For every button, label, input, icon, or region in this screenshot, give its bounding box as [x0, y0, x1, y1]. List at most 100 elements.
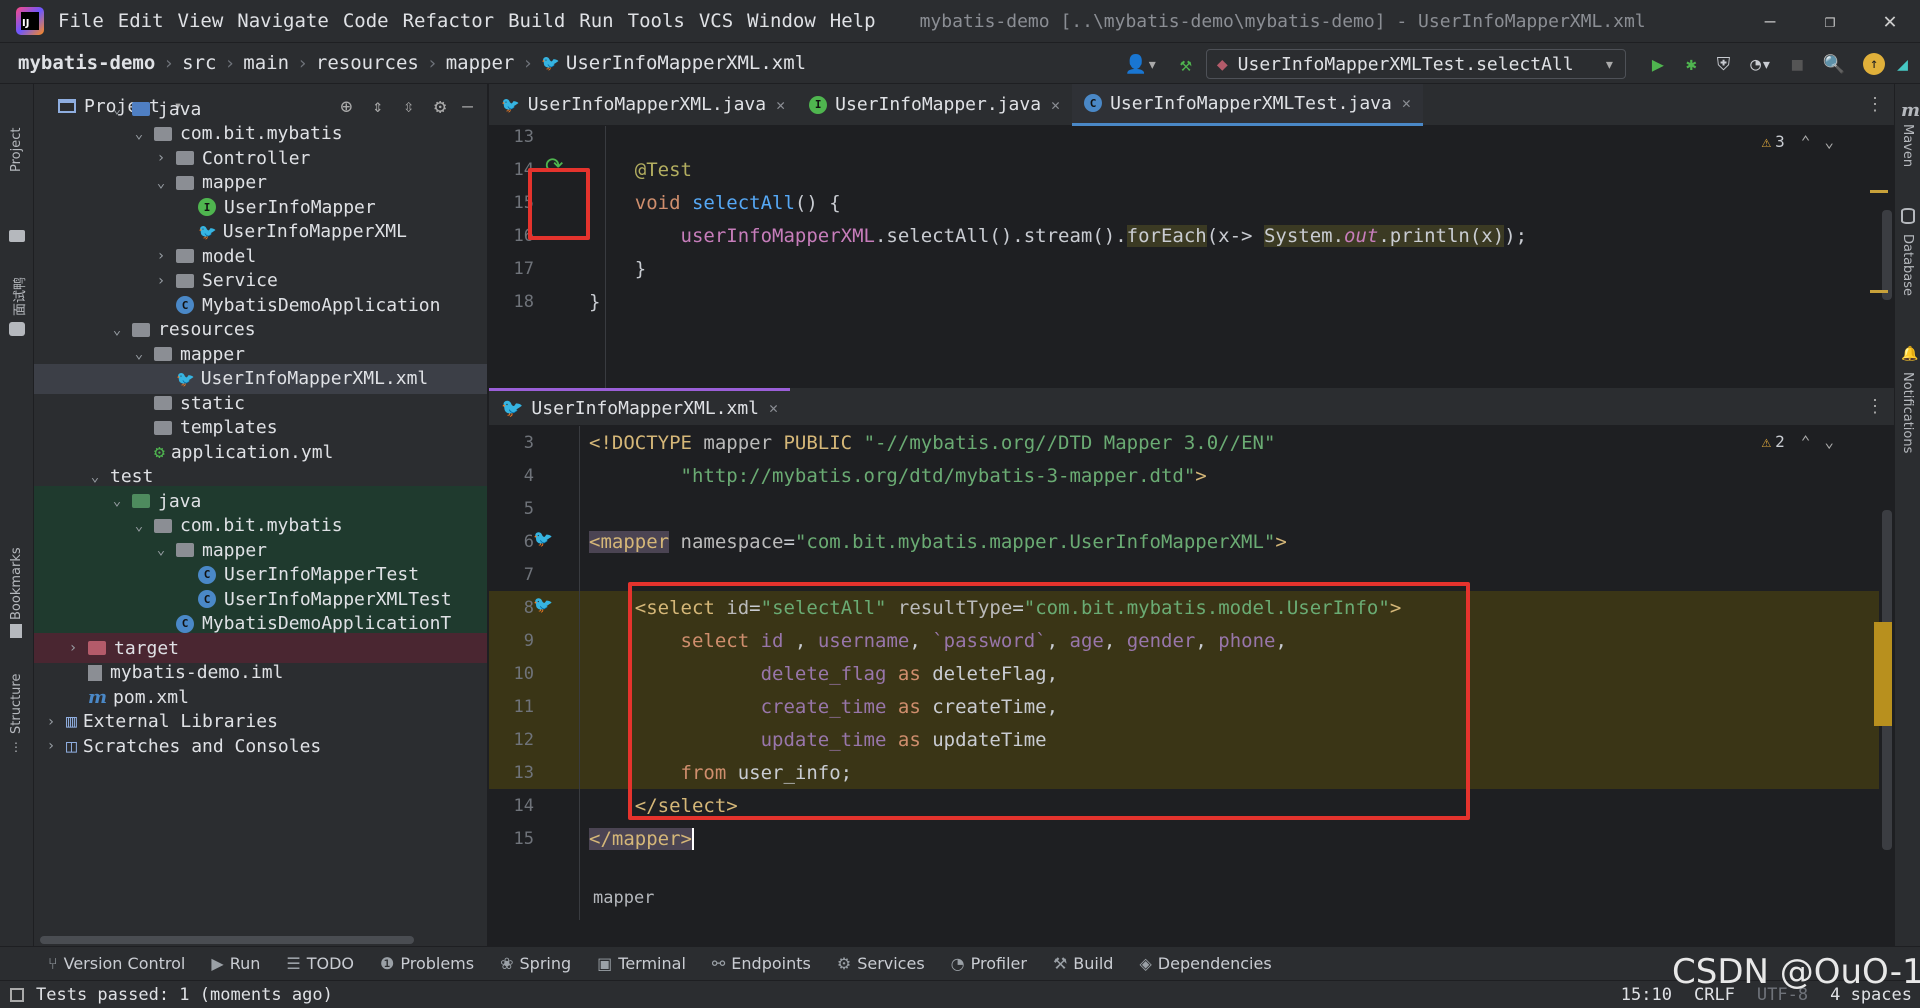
tree-item[interactable]: › ◫ Scratches and Consoles — [34, 731, 487, 761]
restore-icon[interactable]: ❐ — [1800, 11, 1860, 32]
next-highlight-icon[interactable]: ⌄ — [1824, 132, 1834, 151]
run-config-select[interactable]: ◆ UserInfoMapperXMLTest.selectAll ▾ — [1205, 49, 1626, 79]
breadcrumb-item[interactable]: resources — [316, 52, 419, 74]
menu-vcs[interactable]: VCS — [699, 10, 733, 32]
profile-icon[interactable]: ◔▾ — [1750, 54, 1772, 75]
chevron-down-icon[interactable]: ⌄ — [86, 469, 104, 485]
breadcrumb-item[interactable]: src — [182, 52, 216, 74]
chevron-right-icon[interactable]: › — [152, 273, 170, 289]
structure-tool-button[interactable]: Structure — [9, 674, 24, 734]
notifications-tool-button[interactable]: Notifications — [1900, 372, 1915, 453]
chevron-down-icon[interactable]: ⌄ — [108, 101, 126, 117]
code-line[interactable]: 3 <!DOCTYPE mapper PUBLIC "-//mybatis.org… — [489, 426, 1879, 459]
chevron-down-icon[interactable]: ⌄ — [152, 542, 170, 558]
code-line[interactable]: 14 @Test — [489, 153, 1879, 186]
tool-window-endpoints[interactable]: ⚯ Endpoints — [712, 954, 811, 973]
menu-tools[interactable]: Tools — [628, 10, 685, 32]
editor-scrollbar[interactable] — [1882, 210, 1892, 300]
menu-file[interactable]: File — [58, 10, 104, 32]
code-line[interactable]: 6 <mapper namespace="com.bit.mybatis.mapp… — [489, 525, 1879, 558]
chevron-right-icon[interactable]: › — [152, 248, 170, 264]
menu-code[interactable]: Code — [343, 10, 389, 32]
close-icon[interactable]: ✕ — [1860, 9, 1920, 34]
prev-highlight-icon[interactable]: ⌃ — [1801, 432, 1811, 451]
tab-userinfomapperxml-xml[interactable]: 🐦 UserInfoMapperXML.xml ✕ — [489, 387, 791, 426]
debug-icon[interactable]: ✱ — [1686, 54, 1697, 75]
user-icon[interactable]: 👤▾ — [1125, 54, 1158, 75]
project-tool-button[interactable]: Project — [9, 128, 24, 172]
coverage-icon[interactable]: ⛨ — [1717, 54, 1731, 75]
chevron-down-icon[interactable]: ⌄ — [108, 493, 126, 509]
maven-tool-button[interactable]: Maven — [1900, 124, 1915, 167]
breadcrumb-item[interactable]: mybatis-demo — [18, 52, 155, 74]
menu-run[interactable]: Run — [579, 10, 613, 32]
mybatis-navigate-icon[interactable]: 🐦 — [533, 529, 553, 548]
menu-refactor[interactable]: Refactor — [403, 10, 495, 32]
editor-test-java[interactable]: 13 14 @Test 15 void selectAll() {16 userIn… — [489, 126, 1894, 388]
tool-window-services[interactable]: ⚙ Services — [837, 954, 925, 973]
menu-help[interactable]: Help — [830, 10, 876, 32]
caret-position[interactable]: 15:10 — [1621, 985, 1672, 1005]
chevron-down-icon[interactable]: ⌄ — [152, 175, 170, 191]
stop-icon[interactable]: ■ — [1792, 54, 1803, 75]
next-highlight-icon[interactable]: ⌄ — [1824, 432, 1834, 451]
menu-edit[interactable]: Edit — [118, 10, 164, 32]
editor-breadcrumb[interactable]: mapper — [593, 888, 654, 908]
build-hammer-icon[interactable]: ⚒ — [1180, 52, 1192, 76]
chevron-right-icon[interactable]: › — [42, 738, 60, 754]
update-icon[interactable]: ↑ — [1863, 53, 1886, 75]
chevron-right-icon[interactable]: › — [64, 640, 82, 656]
menu-navigate[interactable]: Navigate — [237, 10, 329, 32]
chevron-right-icon[interactable]: › — [42, 714, 60, 730]
tool-window-problems[interactable]: ❶ Problems — [380, 954, 474, 973]
editor-tab[interactable]: I UserInfoMapper.java ✕ — [797, 84, 1072, 126]
more-icon[interactable]: ⋮ — [1866, 396, 1884, 417]
code-line[interactable]: 18} — [489, 285, 1879, 318]
chevron-down-icon[interactable]: ⌄ — [130, 518, 148, 534]
close-tab-icon[interactable]: ✕ — [1051, 96, 1060, 114]
code-line[interactable]: 17 } — [489, 252, 1879, 285]
horizontal-scrollbar[interactable] — [40, 936, 414, 944]
more-icon[interactable]: ⋮ — [1866, 94, 1884, 115]
app-logo[interactable]: IJ — [16, 7, 44, 35]
menu-build[interactable]: Build — [508, 10, 565, 32]
close-tab-icon[interactable]: ✕ — [776, 96, 785, 114]
warnings-indicator[interactable]: ⚠ 2 ⌃ ⌄ — [1761, 432, 1834, 451]
close-tab-icon[interactable]: ✕ — [769, 399, 778, 417]
tool-window-terminal[interactable]: ▣ Terminal — [597, 954, 686, 973]
tool-window-dependencies[interactable]: ◈ Dependencies — [1139, 954, 1271, 973]
code-line[interactable]: 4 "http://mybatis.org/dtd/mybatis-3-mapp… — [489, 459, 1879, 492]
code-line[interactable]: 13 — [489, 126, 1879, 153]
database-tool-button[interactable]: Database — [1900, 234, 1915, 296]
breadcrumb-item[interactable]: mapper — [446, 52, 515, 74]
chevron-down-icon[interactable]: ⌄ — [130, 126, 148, 142]
bookmarks-tool-button[interactable]: Bookmarks — [9, 547, 24, 620]
tool-window-run[interactable]: ▶ Run — [211, 954, 260, 973]
run-icon[interactable]: ▶ — [1652, 52, 1664, 76]
code-line[interactable]: 15 void selectAll() { — [489, 186, 1879, 219]
tool-window-version-control[interactable]: ⑂ Version Control — [48, 954, 185, 973]
close-tab-icon[interactable]: ✕ — [1402, 94, 1411, 112]
interview-plugin-button[interactable]: 面试鸭 — [9, 277, 28, 316]
chevron-right-icon[interactable]: › — [152, 150, 170, 166]
breadcrumb-item[interactable]: UserInfoMapperXML.xml — [566, 52, 806, 74]
menu-view[interactable]: View — [178, 10, 224, 32]
editor-tab[interactable]: 🐦 UserInfoMapperXML.java ✕ — [489, 84, 797, 126]
warnings-indicator[interactable]: ⚠ 3 ⌃ ⌄ — [1761, 132, 1834, 151]
chevron-down-icon[interactable]: ⌄ — [108, 322, 126, 338]
prev-highlight-icon[interactable]: ⌃ — [1801, 132, 1811, 151]
tool-window-build[interactable]: ⚒ Build — [1053, 954, 1114, 973]
tool-window-spring[interactable]: ❀ Spring — [500, 954, 571, 973]
editor-tab[interactable]: C UserInfoMapperXMLTest.java ✕ — [1072, 83, 1423, 126]
tool-window-profiler[interactable]: ◔ Profiler — [951, 954, 1027, 973]
chevron-down-icon[interactable]: ⌄ — [130, 346, 148, 362]
breadcrumb-item[interactable]: main — [243, 52, 289, 74]
menu-window[interactable]: Window — [747, 10, 816, 32]
status-message[interactable]: Tests passed: 1 (moments ago) — [36, 985, 333, 1005]
code-line[interactable]: 5 — [489, 492, 1879, 525]
status-toggle-icon[interactable] — [10, 987, 24, 1002]
code-line[interactable]: 15 </mapper> — [489, 822, 1879, 855]
code-line[interactable]: 16 userInfoMapperXML.selectAll().stream(… — [489, 219, 1879, 252]
mybatis-navigate-icon[interactable]: 🐦 — [533, 595, 553, 614]
search-icon[interactable]: 🔍 — [1823, 54, 1845, 75]
